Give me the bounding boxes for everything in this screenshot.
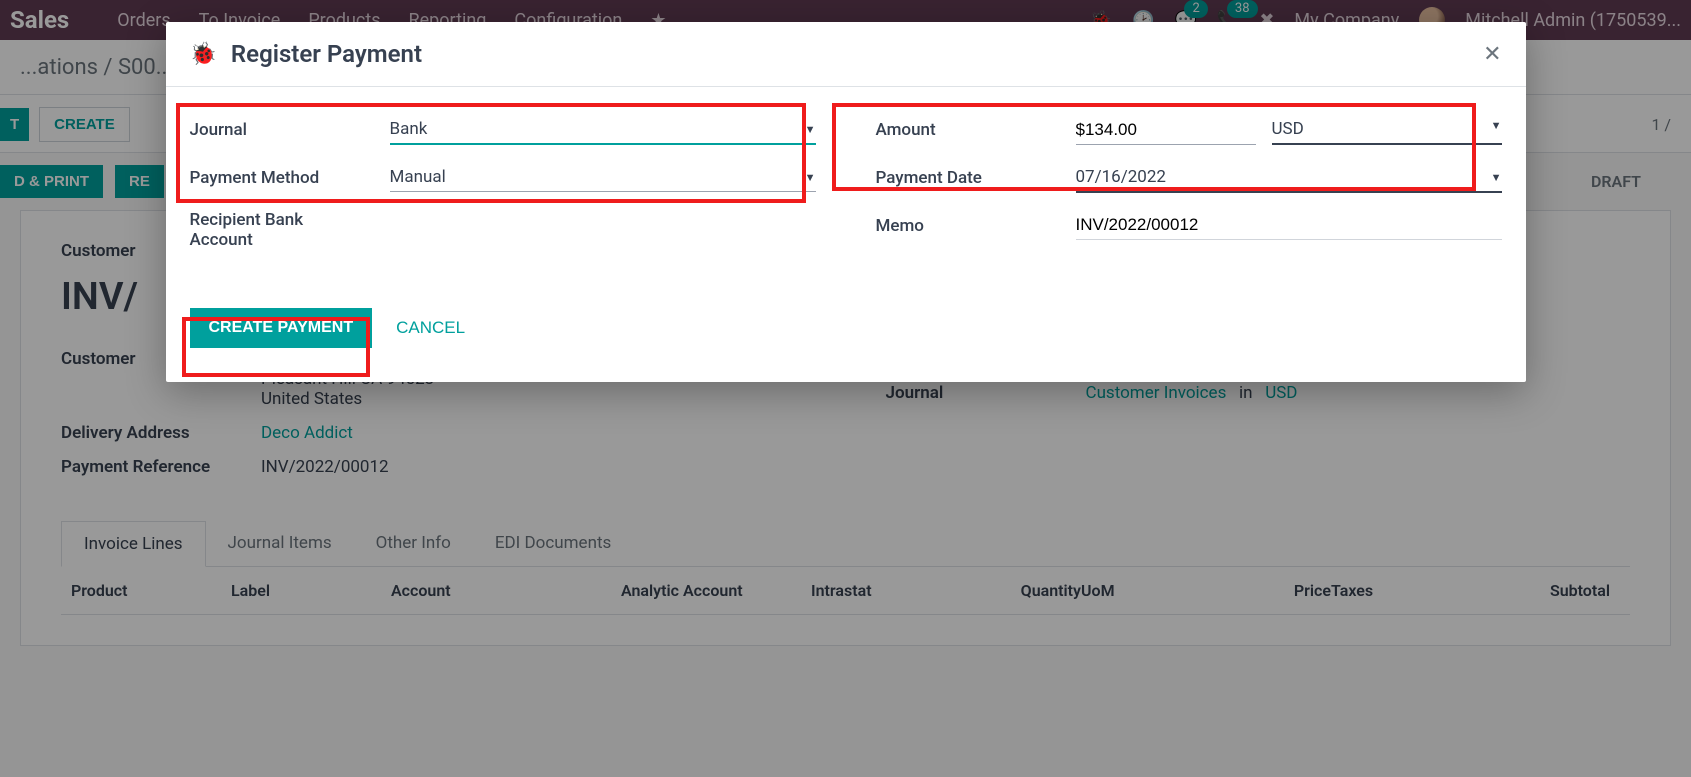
recipient-bank-label: Recipient Bank Account — [190, 210, 390, 250]
caret-down-icon: ▼ — [805, 171, 816, 184]
journal-dropdown-value: Bank — [390, 119, 428, 139]
register-payment-modal: 🐞 Register Payment ✕ Journal Bank ▼ — [166, 22, 1526, 382]
modal-title: Register Payment — [231, 40, 422, 68]
payment-date-input[interactable]: 07/16/2022 ▼ — [1076, 163, 1502, 193]
cancel-button[interactable]: CANCEL — [396, 318, 465, 338]
payment-method-dropdown[interactable]: Manual ▼ — [390, 163, 816, 192]
caret-down-icon: ▼ — [1491, 119, 1502, 139]
payment-method-label: Payment Method — [190, 168, 390, 188]
payment-date-label: Payment Date — [876, 168, 1076, 188]
amount-input[interactable] — [1076, 116, 1256, 145]
currency-dropdown[interactable]: USD ▼ — [1272, 115, 1502, 145]
close-icon[interactable]: ✕ — [1483, 42, 1501, 67]
journal-dropdown[interactable]: Bank ▼ — [390, 115, 816, 145]
modal-body: Journal Bank ▼ Payment Method Manu — [166, 87, 1526, 382]
currency-value: USD — [1272, 119, 1304, 139]
memo-input[interactable] — [1076, 211, 1502, 240]
journal-field-label: Journal — [190, 120, 390, 140]
payment-date-value: 07/16/2022 — [1076, 167, 1166, 187]
modal-header: 🐞 Register Payment ✕ — [166, 22, 1526, 87]
create-payment-button[interactable]: CREATE PAYMENT — [190, 308, 373, 348]
caret-down-icon: ▼ — [805, 123, 816, 136]
modal-overlay: 🐞 Register Payment ✕ Journal Bank ▼ — [0, 0, 1691, 777]
caret-down-icon: ▼ — [1491, 171, 1502, 184]
memo-label: Memo — [876, 216, 1076, 236]
payment-method-value: Manual — [390, 167, 446, 187]
amount-label: Amount — [876, 120, 1076, 140]
bug-icon[interactable]: 🐞 — [190, 42, 217, 67]
